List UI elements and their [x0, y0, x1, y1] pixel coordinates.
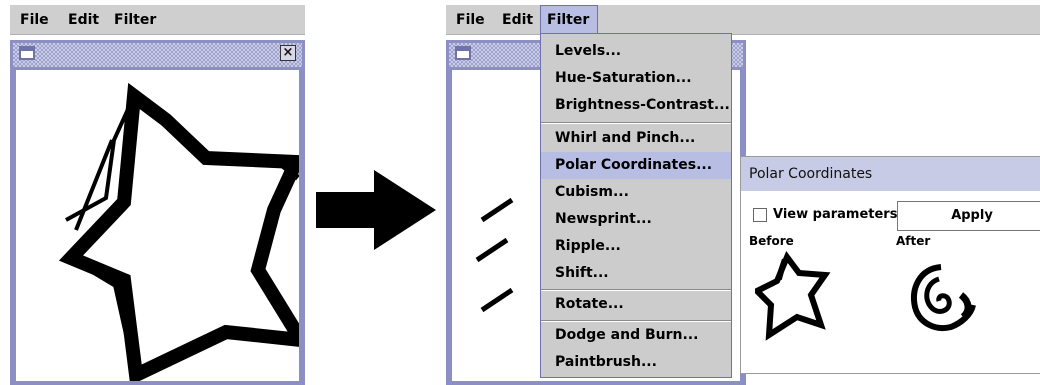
menu-item-brightness-contrast[interactable]: Brightness-Contrast...	[541, 92, 731, 119]
dialog-title: Polar Coordinates	[741, 157, 1040, 191]
view-parameters-label: View parameters	[773, 207, 898, 222]
menu-separator	[541, 122, 731, 124]
before-preview	[755, 251, 831, 341]
menu-item-dodge-and-burn[interactable]: Dodge and Burn...	[541, 322, 731, 349]
filter-menu-dropdown: Levels... Hue-Saturation... Brightness-C…	[540, 33, 732, 378]
menubar-right: File Edit Filter	[446, 5, 1040, 35]
menu-file[interactable]: File	[450, 5, 491, 35]
menu-file[interactable]: File	[14, 5, 55, 35]
window-titlebar[interactable]: ×	[10, 40, 305, 70]
menu-item-levels[interactable]: Levels...	[541, 38, 731, 65]
menu-item-shift[interactable]: Shift...	[541, 260, 731, 287]
menu-item-newsprint[interactable]: Newsprint...	[541, 206, 731, 233]
menu-item-paintbrush[interactable]: Paintbrush...	[541, 349, 731, 376]
view-parameters-checkbox[interactable]	[753, 208, 767, 222]
after-preview	[911, 264, 976, 331]
apply-button[interactable]: Apply	[897, 201, 1040, 231]
menu-item-cubism[interactable]: Cubism...	[541, 179, 731, 206]
image-canvas[interactable]	[16, 70, 299, 381]
image-window-left: ×	[10, 40, 305, 385]
arrow-right-icon	[316, 170, 436, 250]
star-image	[58, 82, 299, 381]
menu-edit[interactable]: Edit	[496, 5, 539, 35]
close-icon[interactable]: ×	[280, 45, 296, 61]
window-icon[interactable]	[19, 46, 35, 60]
menu-item-polar-coordinates[interactable]: Polar Coordinates...	[541, 152, 731, 179]
polar-coordinates-dialog: Polar Coordinates View parameters Apply …	[740, 156, 1040, 374]
menu-item-ripple[interactable]: Ripple...	[541, 233, 731, 260]
window-icon[interactable]	[455, 46, 471, 60]
menu-item-whirl-and-pinch[interactable]: Whirl and Pinch...	[541, 125, 731, 152]
after-label: After	[896, 234, 931, 248]
before-label: Before	[749, 234, 794, 248]
menu-filter[interactable]: Filter	[540, 5, 598, 35]
menu-item-hue-saturation[interactable]: Hue-Saturation...	[541, 65, 731, 92]
menu-edit[interactable]: Edit	[62, 5, 105, 35]
menu-filter[interactable]: Filter	[108, 5, 162, 35]
menu-item-rotate[interactable]: Rotate...	[541, 291, 731, 318]
menubar-left: File Edit Filter	[10, 5, 305, 35]
